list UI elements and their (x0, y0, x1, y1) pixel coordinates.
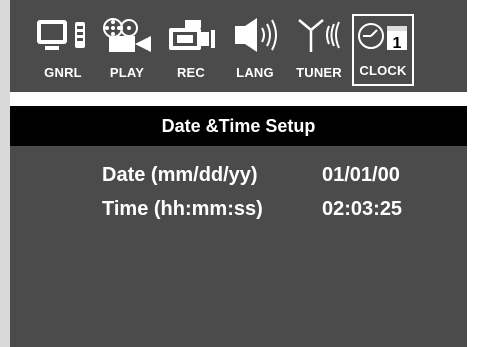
speaker-icon (235, 18, 277, 52)
tabs: GNRL PLAY REC LANG TUNER 1 CLOCK (32, 14, 452, 86)
tab-label-gnrl: GNRL (44, 65, 82, 80)
date-label: Date (mm/dd/yy) (102, 164, 258, 186)
clock-calendar-icon: 1 (358, 23, 407, 52)
tab-label-rec: REC (176, 65, 206, 80)
left-edge (0, 0, 10, 347)
tab-label-play: PLAY (109, 65, 145, 80)
page-title: Date &Time Setup (10, 106, 467, 146)
film-reel-icon (103, 18, 151, 52)
tab-tuner[interactable]: TUNER (288, 14, 350, 86)
tab-play[interactable]: PLAY (96, 14, 158, 86)
date-row[interactable]: Date (mm/dd/yy) 01/01/00 (10, 164, 467, 194)
time-value[interactable]: 02:03:25 (322, 198, 402, 221)
screen-frame: GNRL PLAY REC LANG TUNER 1 CLOCK Date &T… (0, 0, 481, 347)
tab-label-clock: CLOCK (359, 63, 407, 78)
right-edge (467, 0, 481, 347)
tab-rec[interactable]: REC (160, 14, 222, 86)
tab-label-tuner: TUNER (296, 65, 342, 80)
camcorder-icon (169, 20, 215, 50)
menu-tab-bar: GNRL PLAY REC LANG TUNER 1 CLOCK (10, 0, 467, 92)
date-value[interactable]: 01/01/00 (322, 164, 400, 187)
setup-panel: GNRL PLAY REC LANG TUNER 1 CLOCK Date &T… (10, 0, 467, 347)
antenna-icon (298, 19, 340, 52)
calendar-day-number: 1 (393, 35, 402, 52)
tab-lang[interactable]: LANG (224, 14, 286, 86)
settings-content: Date (mm/dd/yy) 01/01/00 Time (hh:mm:ss)… (10, 146, 467, 347)
tab-label-lang: LANG (236, 65, 274, 80)
time-label: Time (hh:mm:ss) (102, 198, 263, 220)
tv-remote-icon (37, 20, 85, 50)
time-row[interactable]: Time (hh:mm:ss) 02:03:25 (10, 198, 467, 228)
tab-gnrl[interactable]: GNRL (32, 14, 94, 86)
tab-clock[interactable]: 1 CLOCK (352, 14, 414, 86)
header-separator (10, 92, 467, 106)
